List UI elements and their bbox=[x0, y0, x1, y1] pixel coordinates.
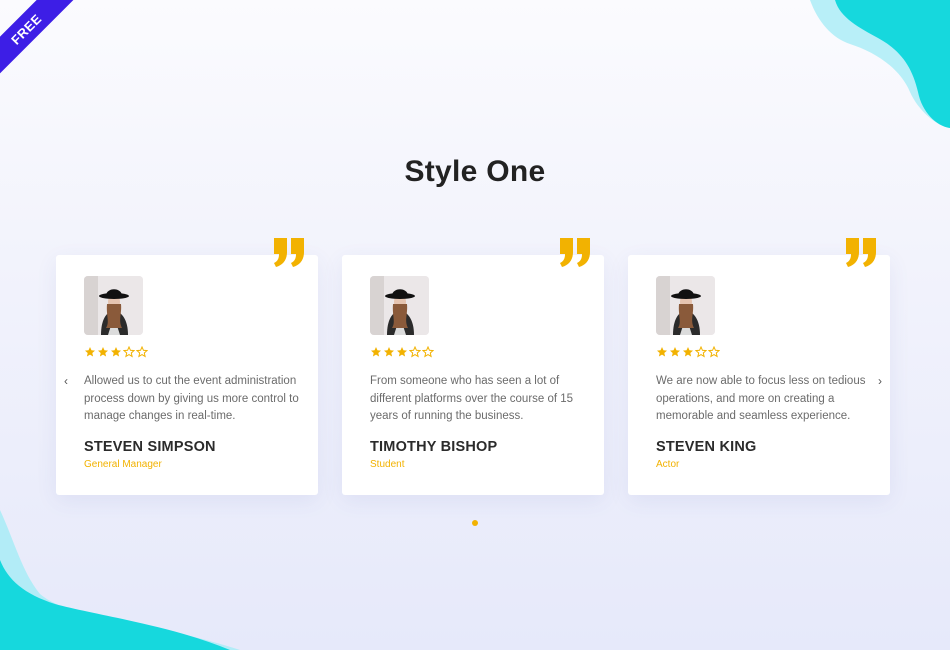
testimonial-role: Student bbox=[370, 459, 405, 470]
star-filled-icon bbox=[670, 347, 680, 357]
bottom-left-wave-decoration bbox=[0, 510, 240, 650]
carousel-next-button[interactable]: › bbox=[870, 371, 890, 391]
star-filled-icon bbox=[111, 347, 121, 357]
avatar bbox=[656, 276, 715, 335]
quote-icon bbox=[560, 238, 590, 267]
testimonial-card: We are now able to focus less on tedious… bbox=[628, 238, 890, 495]
star-filled-icon bbox=[371, 347, 381, 357]
star-filled-icon bbox=[397, 347, 407, 357]
star-empty-icon bbox=[409, 346, 421, 358]
chevron-left-icon: ‹ bbox=[64, 374, 68, 388]
section-title: Style One bbox=[404, 155, 546, 188]
ribbon-label: FREE bbox=[7, 10, 45, 48]
star-filled-icon bbox=[85, 347, 95, 357]
avatar bbox=[84, 276, 143, 335]
star-rating bbox=[656, 346, 720, 358]
testimonial-text: Allowed us to cut the event administrati… bbox=[84, 375, 299, 423]
testimonial-role: Actor bbox=[656, 459, 680, 470]
avatar-photo bbox=[370, 276, 429, 335]
testimonial-role: General Manager bbox=[84, 459, 162, 470]
quote-icon bbox=[274, 238, 304, 267]
free-corner-ribbon: FREE bbox=[0, 0, 80, 80]
carousel-prev-button[interactable]: ‹ bbox=[56, 371, 76, 391]
star-empty-icon bbox=[422, 346, 434, 358]
star-empty-icon bbox=[123, 346, 135, 358]
testimonial-name: STEVEN KING bbox=[656, 439, 757, 455]
testimonial-name: TIMOTHY BISHOP bbox=[370, 439, 498, 455]
testimonial-carousel: Allowed us to cut the event administrati… bbox=[56, 238, 891, 495]
carousel-pagination bbox=[0, 520, 950, 526]
chevron-right-icon: › bbox=[878, 374, 882, 388]
star-rating bbox=[370, 346, 434, 358]
avatar-photo bbox=[656, 276, 715, 335]
star-filled-icon bbox=[384, 347, 394, 357]
star-empty-icon bbox=[136, 346, 148, 358]
testimonial-text: We are now able to focus less on tedious… bbox=[656, 375, 866, 423]
star-empty-icon bbox=[708, 346, 720, 358]
testimonial-card: Allowed us to cut the event administrati… bbox=[56, 238, 318, 495]
testimonial-text: From someone who has seen a lot of diffe… bbox=[370, 375, 574, 423]
star-filled-icon bbox=[657, 347, 667, 357]
star-filled-icon bbox=[98, 347, 108, 357]
quote-icon bbox=[846, 238, 876, 267]
pagination-dot-active[interactable] bbox=[472, 520, 478, 526]
testimonial-card: From someone who has seen a lot of diffe… bbox=[342, 238, 604, 495]
top-right-wave-decoration bbox=[810, 0, 950, 128]
star-empty-icon bbox=[695, 346, 707, 358]
testimonial-name: STEVEN SIMPSON bbox=[84, 439, 216, 455]
star-rating bbox=[84, 346, 148, 358]
ribbon-band: FREE bbox=[0, 0, 78, 80]
avatar bbox=[370, 276, 429, 335]
avatar-photo bbox=[84, 276, 143, 335]
star-filled-icon bbox=[683, 347, 693, 357]
